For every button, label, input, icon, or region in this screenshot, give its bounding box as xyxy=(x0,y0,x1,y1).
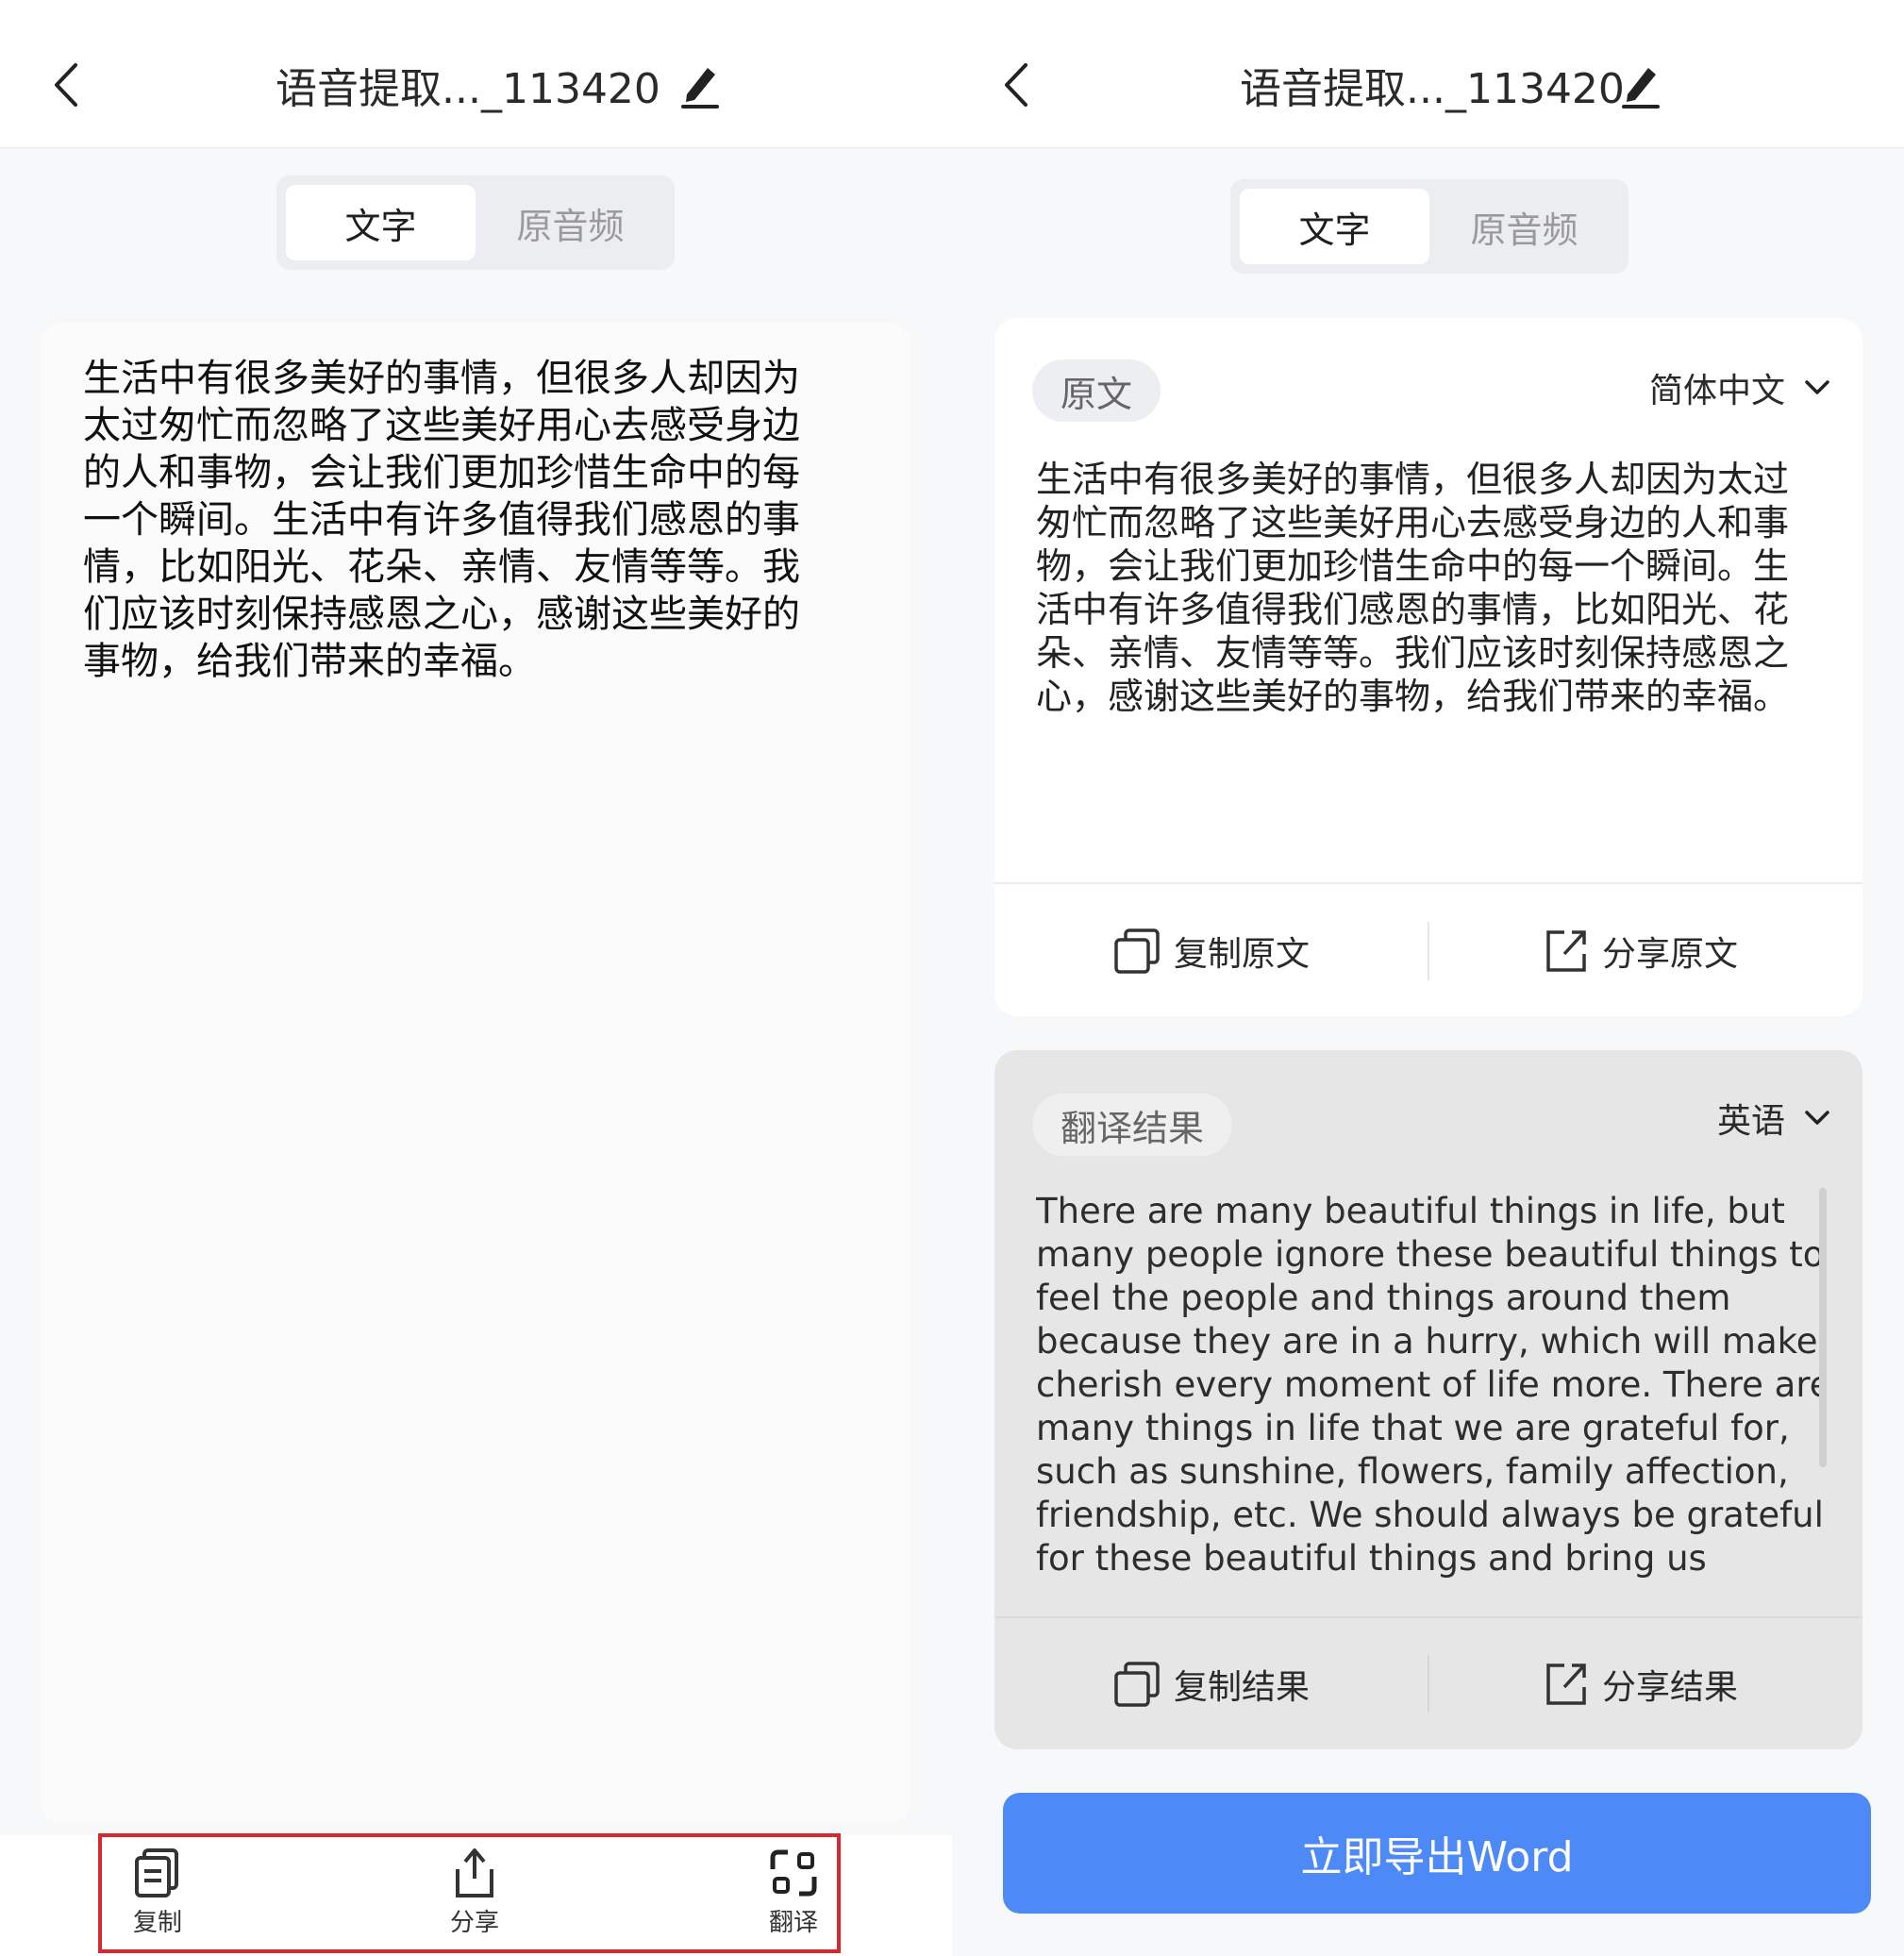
copy-icon xyxy=(1114,1662,1160,1707)
copy-result-button[interactable]: 复制结果 xyxy=(1113,1660,1310,1709)
source-language-select[interactable]: 简体中文 xyxy=(1649,363,1830,412)
share-result-label: 分享结果 xyxy=(1602,1668,1739,1707)
original-pill: 原文 xyxy=(1032,359,1161,422)
translation-line: many people ignore these beautiful thing… xyxy=(1036,1234,1825,1275)
view-segmented-control: 文字 原音频 xyxy=(1230,179,1628,274)
translation-line: friendship, etc. We should always be gra… xyxy=(1036,1495,1824,1535)
original-line: 朵、亲情、友情等等。我们应该时刻保持感恩之 xyxy=(1036,632,1790,674)
original-text[interactable]: 生活中有很多美好的事情，但很多人却因为太过 匆忙而忽略了这些美好用心去感受身边的… xyxy=(1036,458,1789,718)
rename-button[interactable] xyxy=(677,60,723,109)
translation-line: for these beautiful things and bring us xyxy=(1036,1538,1707,1579)
share-result-button[interactable]: 分享结果 xyxy=(1544,1660,1738,1709)
original-text-card: 原文 简体中文 生活中有很多美好的事情，但很多人却因为太过 匆忙而忽略了这些美好… xyxy=(994,318,1862,1016)
toolbar-highlight-box xyxy=(98,1833,841,1953)
translation-line: feel the people and things around them xyxy=(1036,1278,1731,1318)
export-word-button[interactable]: 立即导出Word xyxy=(1003,1793,1871,1914)
translation-line: many things in life that we are grateful… xyxy=(1036,1408,1790,1448)
rename-button[interactable] xyxy=(1618,60,1663,109)
transcript-line: 们应该时刻保持感恩之心，感谢这些美好的 xyxy=(83,593,800,636)
translation-line: There are many beautiful things in life,… xyxy=(1036,1191,1785,1231)
chevron-down-icon xyxy=(1805,1111,1829,1125)
translation-scrollbar[interactable] xyxy=(1819,1188,1827,1467)
copy-icon xyxy=(1114,928,1160,974)
left-screen: 语音提取..._113420 文字 原音频 生活中有很多美好的事情，但很多人却因… xyxy=(0,0,952,1956)
back-button[interactable] xyxy=(47,57,85,113)
copy-result-label: 复制结果 xyxy=(1174,1668,1311,1707)
page-title: 语音提取..._113420 xyxy=(1240,65,1625,113)
transcript-text[interactable]: 生活中有很多美好的事情，但很多人却因为 太过匆忙而忽略了这些美好用心去感受身边 … xyxy=(83,355,800,685)
share-external-icon xyxy=(1546,1663,1586,1705)
transcript-line: 事物，给我们带来的幸福。 xyxy=(83,640,536,683)
back-button[interactable] xyxy=(997,57,1035,113)
transcript-line: 生活中有很多美好的事情，但很多人却因为 xyxy=(83,357,800,400)
chevron-left-icon xyxy=(55,63,77,107)
original-line: 心，感谢这些美好的事物，给我们带来的幸福。 xyxy=(1036,676,1790,717)
transcript-line: 一个瞬间。生活中有许多值得我们感恩的事 xyxy=(83,498,800,542)
copy-original-label: 复制原文 xyxy=(1174,935,1311,974)
divider xyxy=(994,882,1862,884)
chevron-down-icon xyxy=(1805,380,1829,394)
divider xyxy=(1428,1654,1429,1713)
target-language-label: 英语 xyxy=(1717,1102,1786,1141)
view-segmented-control: 文字 原音频 xyxy=(276,176,675,270)
original-line: 生活中有很多美好的事情，但很多人却因为太过 xyxy=(1036,459,1790,500)
pencil-icon xyxy=(681,68,719,109)
translation-card: 翻译结果 英语 There are many beautiful things … xyxy=(994,1050,1862,1749)
divider xyxy=(994,1616,1862,1618)
share-external-icon xyxy=(1546,930,1586,972)
translation-line: because they are in a hurry, which will … xyxy=(1036,1321,1825,1362)
target-language-select[interactable]: 英语 xyxy=(1717,1094,1830,1143)
share-original-label: 分享原文 xyxy=(1602,935,1739,974)
right-screen: 语音提取..._113420 文字 原音频 原文 简体中文 生活中有很多美好的事… xyxy=(952,0,1904,1956)
translation-line: such as sunshine, flowers, family affect… xyxy=(1036,1451,1789,1492)
page-title: 语音提取..._113420 xyxy=(276,65,660,113)
top-bar: 语音提取..._113420 xyxy=(0,0,952,148)
source-language-label: 简体中文 xyxy=(1649,372,1786,410)
translation-pill: 翻译结果 xyxy=(1032,1094,1232,1156)
original-line: 匆忙而忽略了这些美好用心去感受身边的人和事 xyxy=(1036,502,1790,543)
pencil-icon xyxy=(1622,68,1660,109)
tab-text[interactable]: 文字 xyxy=(286,185,476,260)
top-bar: 语音提取..._113420 xyxy=(952,0,1904,148)
divider xyxy=(1428,922,1429,980)
copy-original-button[interactable]: 复制原文 xyxy=(1113,927,1310,976)
transcript-line: 情，比如阳光、花朵、亲情、友情等等。我 xyxy=(83,545,800,589)
transcript-card: 生活中有很多美好的事情，但很多人却因为 太过匆忙而忽略了这些美好用心去感受身边 … xyxy=(40,323,911,1823)
translation-text[interactable]: There are many beautiful things in life,… xyxy=(1036,1190,1825,1586)
transcript-line: 太过匆忙而忽略了这些美好用心去感受身边 xyxy=(83,404,800,447)
share-original-button[interactable]: 分享原文 xyxy=(1544,927,1738,976)
translation-line: cherish every moment of life more. There… xyxy=(1036,1364,1825,1405)
tab-original-audio[interactable]: 原音频 xyxy=(1429,189,1619,264)
original-line: 活中有许多值得我们感恩的事情，比如阳光、花 xyxy=(1036,589,1790,630)
transcript-line: 的人和事物，会让我们更加珍惜生命中的每 xyxy=(83,451,800,494)
tab-original-audio[interactable]: 原音频 xyxy=(476,185,665,260)
tab-text[interactable]: 文字 xyxy=(1240,189,1429,264)
chevron-left-icon xyxy=(1005,63,1027,107)
original-line: 物，会让我们更加珍惜生命中的每一个瞬间。生 xyxy=(1036,545,1790,587)
